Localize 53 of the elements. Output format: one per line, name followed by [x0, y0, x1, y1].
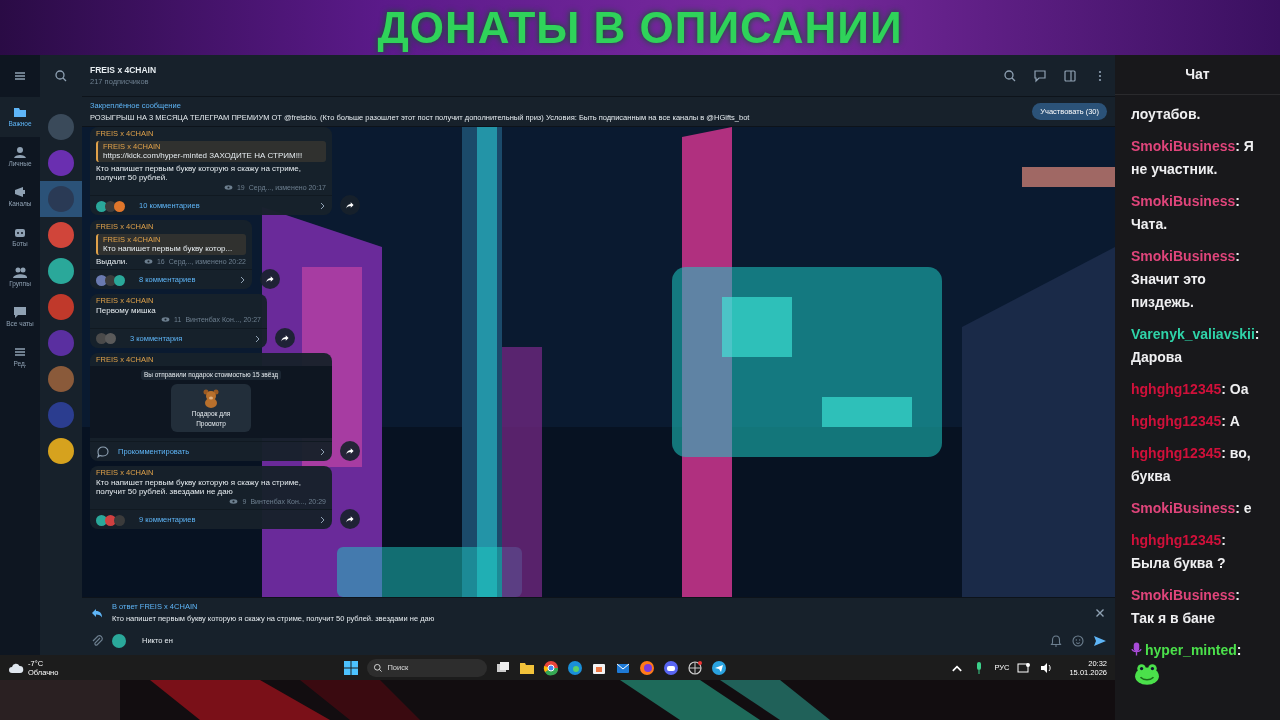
emoji-icon[interactable]	[1071, 634, 1085, 648]
eye-icon	[223, 183, 233, 191]
chat-message: hghghg12345: во, буква	[1131, 445, 1251, 484]
menu-icon	[13, 69, 27, 83]
search-icon	[54, 69, 68, 83]
search-icon[interactable]	[1003, 68, 1017, 83]
sidebar-icon[interactable]	[1063, 68, 1077, 83]
chat-message: лоутабов.	[1131, 106, 1201, 122]
paper-plane-icon[interactable]	[711, 659, 728, 676]
share-arrow-icon	[265, 274, 275, 284]
share-arrow-icon	[345, 446, 355, 456]
comment-icon	[96, 445, 110, 459]
teddy-bear-icon	[201, 388, 221, 408]
megaphone-icon	[13, 185, 27, 200]
people-icon	[13, 265, 27, 280]
message-text: Первому мишка	[96, 305, 156, 315]
network-icon[interactable]	[1017, 660, 1032, 675]
share-arrow-icon	[345, 200, 355, 210]
message-text: Кто напишет первым букву которую я скажу на стриме, получит 50 рублей. звездами не даю	[96, 477, 302, 497]
bell-icon[interactable]	[1049, 634, 1063, 648]
chat-bubble-icon	[13, 305, 27, 320]
chat-message: SmokiBusiness: е	[1131, 500, 1252, 516]
sender-avatar	[112, 634, 126, 648]
comments-icon[interactable]	[1033, 68, 1047, 83]
send-icon[interactable]	[1093, 634, 1107, 648]
quote-text: Кто напишет первым букву котор...	[103, 244, 234, 254]
eye-icon	[143, 257, 153, 265]
globe-icon[interactable]	[687, 659, 704, 676]
quote-text: https://kick.com/hyper-minted ЗАХОДИТЕ НА СТРИМ!!!	[103, 151, 304, 161]
channel-title: FREIS x 4CHAIN	[90, 63, 157, 77]
eye-icon	[161, 316, 171, 324]
message-text: Выдали.	[96, 256, 128, 266]
search-icon	[373, 662, 384, 673]
chat-message: SmokiBusiness: Так я в бане	[1131, 587, 1240, 626]
paperclip-icon[interactable]	[90, 634, 104, 648]
eye-icon	[229, 497, 239, 505]
chat-message: Varenyk_valiavskii: Дарова	[1131, 326, 1260, 365]
chat-message: SmokiBusiness: Я не участник.	[1131, 138, 1254, 177]
microphone-icon	[1131, 641, 1142, 657]
chat-message: SmokiBusiness: Чата.	[1131, 193, 1240, 232]
frog-emote-icon	[1134, 662, 1160, 686]
chat-message: hghghg12345: Оа	[1131, 381, 1249, 397]
windows-start-icon[interactable]	[343, 659, 360, 676]
folder-icon	[13, 105, 27, 120]
chat-title: Чат	[1185, 65, 1210, 84]
person-icon	[13, 145, 27, 160]
banner-title: ДОНАТЫ В ОПИСАНИИ	[377, 2, 903, 54]
share-arrow-icon	[345, 514, 355, 524]
chat-message: SmokiBusiness: Значит это пиздежь.	[1131, 248, 1240, 310]
chat-message: hyper_minted:	[1145, 642, 1242, 658]
chat-message: hghghg12345: Была буква ?	[1131, 532, 1226, 571]
message-text: Кто напишет первым букву которую я скажу на стриме, получит 50 рублей.	[96, 163, 302, 183]
chat-message: hghghg12345: А	[1131, 413, 1240, 429]
